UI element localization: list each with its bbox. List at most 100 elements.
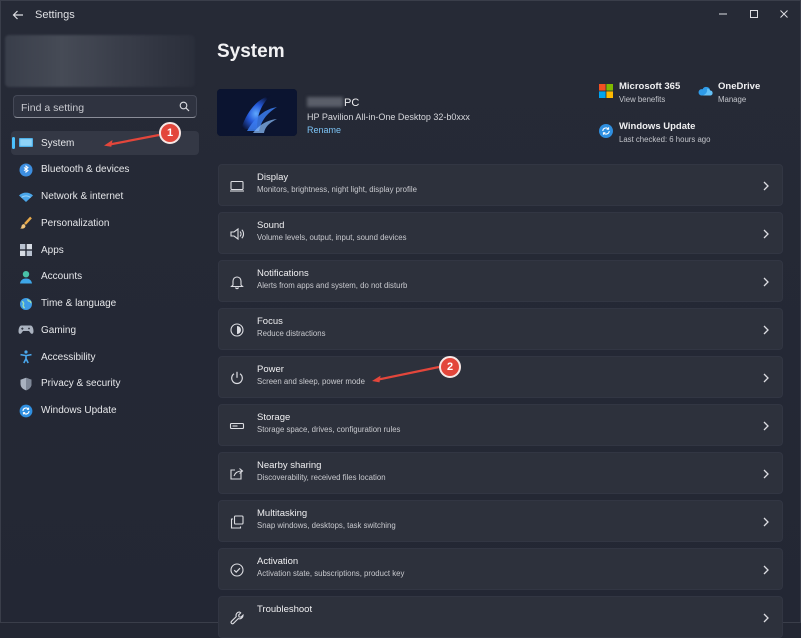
sidebar-item-label: Time & language xyxy=(41,298,117,309)
chevron-right-icon xyxy=(762,516,770,528)
chevron-right-icon xyxy=(762,372,770,384)
sidebar-item-personalization[interactable]: Personalization xyxy=(11,211,199,235)
display-icon xyxy=(229,178,245,194)
tile-onedrive[interactable]: OneDrive Manage xyxy=(694,81,784,107)
power-icon xyxy=(229,370,245,386)
tile-title: Windows Update xyxy=(619,121,696,132)
chevron-right-icon xyxy=(762,612,770,624)
sidebar-item-label: Windows Update xyxy=(41,405,117,416)
focus-icon xyxy=(229,322,245,338)
account-profile-blurred[interactable] xyxy=(5,35,195,87)
sidebar-item-label: Accounts xyxy=(41,271,83,283)
sidebar-item-label: Network & internet xyxy=(41,191,124,202)
sidebar-item-accounts[interactable]: Accounts xyxy=(11,265,199,289)
accessibility-icon xyxy=(18,349,34,365)
chevron-right-icon xyxy=(762,228,770,240)
gamepad-icon xyxy=(18,322,34,338)
sidebar-item-label: Accessibility xyxy=(41,351,96,363)
speaker-icon xyxy=(229,226,245,242)
annotation-arrow-2 xyxy=(369,363,441,385)
tile-microsoft-365[interactable]: Microsoft 365 View benefits xyxy=(595,81,687,107)
card-title: Display xyxy=(257,172,289,183)
card-subtitle: Activation state, subscriptions, product… xyxy=(257,569,405,578)
sidebar-item-gaming[interactable]: Gaming xyxy=(11,318,199,342)
wifi-icon xyxy=(18,189,34,205)
card-subtitle: Alerts from apps and system, do not dist… xyxy=(257,281,408,290)
sidebar-item-apps[interactable]: Apps xyxy=(11,238,199,262)
app-title: Settings xyxy=(35,9,75,21)
back-arrow-icon[interactable] xyxy=(10,7,26,23)
card-title: Activation xyxy=(257,556,299,567)
card-subtitle: Screen and sleep, power mode xyxy=(257,377,365,386)
card-storage[interactable]: Storage Storage space, drives, configura… xyxy=(218,404,783,446)
card-title: Notifications xyxy=(257,268,309,279)
minimize-button[interactable] xyxy=(711,5,735,23)
microsoft-logo-icon xyxy=(598,83,614,99)
tile-windows-update[interactable]: Windows Update Last checked: 6 hours ago xyxy=(595,121,735,147)
sidebar-item-time-language[interactable]: Time & language xyxy=(11,292,199,316)
device-name: PC xyxy=(307,97,359,109)
accounts-icon xyxy=(18,269,34,285)
card-title: Nearby sharing xyxy=(257,460,322,471)
chevron-right-icon xyxy=(762,564,770,576)
apps-icon xyxy=(18,242,34,258)
system-icon xyxy=(18,135,34,151)
tile-subtitle: View benefits xyxy=(619,95,666,104)
wrench-icon xyxy=(229,610,245,626)
card-sound[interactable]: Sound Volume levels, output, input, soun… xyxy=(218,212,783,254)
tile-title: OneDrive xyxy=(718,81,761,92)
card-nearby-sharing[interactable]: Nearby sharing Discoverability, received… xyxy=(218,452,783,494)
card-subtitle: Snap windows, desktops, task switching xyxy=(257,521,396,530)
card-subtitle: Reduce distractions xyxy=(257,329,326,338)
windows-update-icon xyxy=(18,403,34,419)
search-icon[interactable] xyxy=(179,101,190,112)
windows-update-icon xyxy=(598,123,614,139)
sidebar-item-label: System xyxy=(41,137,75,149)
tile-title: Microsoft 365 xyxy=(619,81,681,92)
maximize-button[interactable] xyxy=(742,5,766,23)
card-subtitle: Volume levels, output, input, sound devi… xyxy=(257,233,407,242)
sidebar-item-bluetooth[interactable]: Bluetooth & devices xyxy=(11,158,199,182)
card-title: Sound xyxy=(257,220,285,231)
title-bar: Settings xyxy=(1,1,800,29)
card-subtitle: Storage space, drives, configuration rul… xyxy=(257,425,401,434)
annotation-badge-2: 2 xyxy=(439,356,461,378)
rename-link[interactable]: Rename xyxy=(307,125,341,135)
annotation-arrow-1 xyxy=(101,129,161,149)
bluetooth-icon xyxy=(18,162,34,178)
sidebar-nav: System Bluetooth & devices Network & int… xyxy=(11,131,199,425)
sidebar-item-label: Gaming xyxy=(41,324,77,336)
close-button[interactable] xyxy=(772,5,796,23)
card-focus[interactable]: Focus Reduce distractions xyxy=(218,308,783,350)
card-notifications[interactable]: Notifications Alerts from apps and syste… xyxy=(218,260,783,302)
card-multitasking[interactable]: Multitasking Snap windows, desktops, tas… xyxy=(218,500,783,542)
shield-icon xyxy=(18,376,34,392)
sidebar-item-privacy-security[interactable]: Privacy & security xyxy=(11,372,199,396)
card-display[interactable]: Display Monitors, brightness, night ligh… xyxy=(218,164,783,206)
sidebar-item-label: Personalization xyxy=(41,217,110,229)
search-input[interactable] xyxy=(14,96,183,119)
tile-subtitle: Manage xyxy=(718,95,747,104)
card-title: Power xyxy=(257,364,284,375)
device-model: HP Pavilion All-in-One Desktop 32-b0xxx xyxy=(307,112,470,122)
chevron-right-icon xyxy=(762,468,770,480)
device-name-blurred xyxy=(307,97,343,107)
sidebar-item-accessibility[interactable]: Accessibility xyxy=(11,345,199,369)
card-activation[interactable]: Activation Activation state, subscriptio… xyxy=(218,548,783,590)
card-troubleshoot[interactable]: Troubleshoot xyxy=(218,596,783,638)
card-subtitle: Monitors, brightness, night light, displ… xyxy=(257,185,417,194)
sidebar-item-label: Apps xyxy=(41,244,64,256)
device-name-suffix: PC xyxy=(344,97,360,109)
search-box[interactable] xyxy=(13,95,197,119)
card-power[interactable]: Power Screen and sleep, power mode xyxy=(218,356,783,398)
card-title: Troubleshoot xyxy=(257,604,313,615)
chevron-right-icon xyxy=(762,276,770,288)
sidebar-item-network[interactable]: Network & internet xyxy=(11,185,199,209)
sidebar-item-windows-update[interactable]: Windows Update xyxy=(11,399,199,423)
brush-icon xyxy=(18,215,34,231)
card-subtitle: Discoverability, received files location xyxy=(257,473,386,482)
card-title: Focus xyxy=(257,316,283,327)
page-title: System xyxy=(217,41,285,62)
storage-icon xyxy=(229,418,245,434)
tile-subtitle: Last checked: 6 hours ago xyxy=(619,135,711,144)
